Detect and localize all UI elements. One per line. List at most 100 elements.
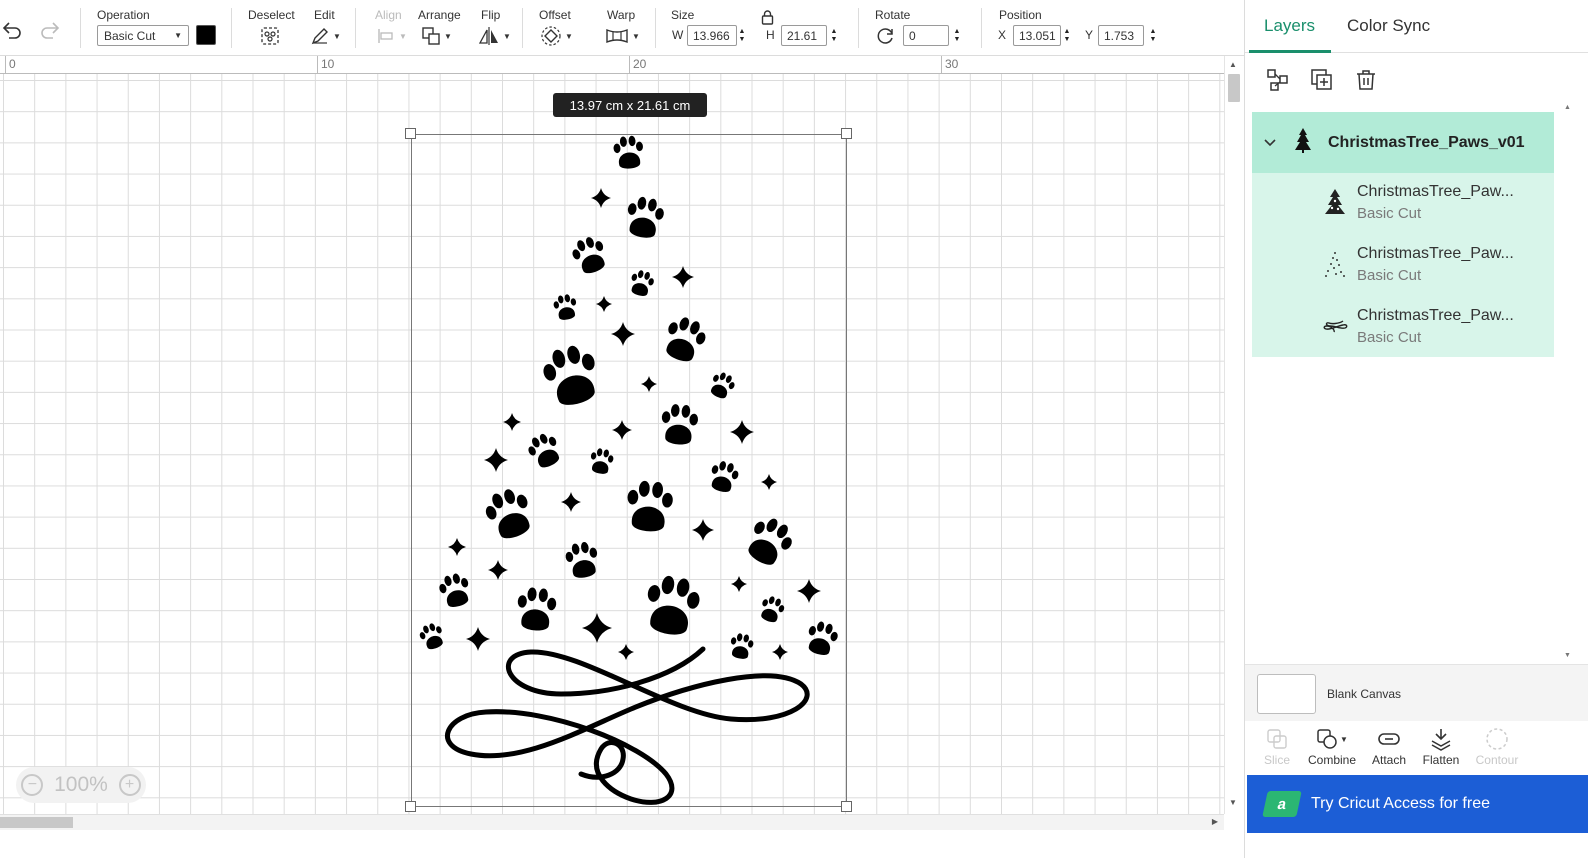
layer-operation: Basic Cut	[1357, 329, 1422, 346]
offset-icon	[541, 26, 561, 46]
blank-canvas-row[interactable]: Blank Canvas	[1245, 664, 1588, 721]
width-letter: W	[672, 28, 684, 42]
layer-tools: Slice ▼ Combine Attach Flatten Contour	[1245, 721, 1588, 775]
flip-button[interactable]: ▼	[478, 25, 511, 47]
scroll-thumb[interactable]	[1228, 74, 1240, 102]
horizontal-ruler: 0 10 20 30	[0, 56, 1224, 74]
layer-item[interactable]: ChristmasTree_Paw... Basic Cut	[1252, 235, 1554, 297]
layer-item[interactable]: ChristmasTree_Paw... Basic Cut	[1252, 173, 1554, 235]
x-letter: X	[998, 28, 1007, 42]
y-position-input[interactable]: 1.753	[1098, 25, 1144, 46]
y-position-stepper[interactable]: ▲ ▼	[1148, 26, 1158, 46]
toolbar-divider	[655, 8, 656, 48]
width-stepper[interactable]: ▲ ▼	[737, 26, 747, 46]
lock-icon[interactable]	[761, 10, 774, 30]
layer-group-row[interactable]: ChristmasTree_Paws_v01	[1252, 112, 1554, 173]
position-label: Position	[999, 8, 1042, 22]
chevron-down-icon: ▼	[399, 31, 407, 41]
attach-icon	[1371, 725, 1407, 753]
chevron-down-icon: ▼	[632, 31, 640, 41]
flatten-button[interactable]: Flatten	[1422, 725, 1460, 767]
toolbar-divider	[981, 8, 982, 48]
offset-button[interactable]: ▼	[540, 25, 573, 47]
edit-button[interactable]: ▼	[310, 25, 341, 47]
chevron-down-icon: ▼	[174, 31, 182, 40]
resize-handle[interactable]	[841, 128, 852, 139]
toolbar-divider	[858, 8, 859, 48]
redo-icon[interactable]	[38, 18, 62, 42]
height-letter: H	[766, 28, 775, 42]
layer-operation: Basic Cut	[1357, 205, 1422, 222]
height-stepper[interactable]: ▲ ▼	[829, 26, 839, 46]
arrange-button[interactable]: ▼	[421, 25, 452, 47]
rotate-stepper[interactable]: ▲ ▼	[952, 26, 962, 46]
offset-label: Offset	[539, 8, 571, 22]
undo-icon[interactable]	[0, 18, 24, 42]
selection-box[interactable]	[411, 134, 847, 807]
resize-handle[interactable]	[405, 801, 416, 812]
attach-button[interactable]: Attach	[1371, 725, 1407, 767]
x-position-stepper[interactable]: ▲ ▼	[1062, 26, 1072, 46]
tree-layer-icon	[1320, 187, 1350, 217]
cricut-access-banner[interactable]: a Try Cricut Access for free	[1247, 775, 1588, 833]
rotate-input[interactable]: 0	[903, 25, 949, 46]
operation-select[interactable]: Basic Cut ▼	[97, 25, 189, 46]
attach-label: Attach	[1371, 753, 1407, 767]
layer-name: ChristmasTree_Paw...	[1357, 245, 1514, 262]
deselect-button[interactable]	[259, 25, 281, 47]
width-input[interactable]: 13.966	[687, 25, 737, 46]
zoom-out-button[interactable]: −	[21, 774, 44, 796]
canvas-horizontal-scrollbar[interactable]: ▶	[0, 814, 1224, 830]
chevron-down-icon: ▼	[333, 31, 341, 41]
chevron-down-icon: ▼	[565, 31, 573, 41]
combine-button[interactable]: ▼ Combine	[1306, 725, 1358, 767]
scroll-down-icon[interactable]: ▼	[1229, 798, 1237, 807]
height-input[interactable]: 21.61	[781, 25, 827, 46]
tab-layers[interactable]: Layers	[1264, 16, 1315, 36]
y-letter: Y	[1085, 28, 1094, 42]
align-label: Align	[375, 8, 402, 22]
contour-button[interactable]: Contour	[1475, 725, 1519, 767]
cricut-access-label: Try Cricut Access for free	[1311, 795, 1490, 812]
operation-label: Operation	[97, 8, 150, 22]
scroll-up-icon[interactable]: ▲	[1564, 104, 1571, 111]
zoom-in-button[interactable]: +	[118, 774, 141, 796]
resize-handle[interactable]	[841, 801, 852, 812]
duplicate-icon[interactable]	[1310, 68, 1334, 92]
scroll-thumb[interactable]	[0, 817, 73, 828]
operation-color-swatch[interactable]	[196, 25, 216, 45]
slice-icon	[1263, 725, 1291, 753]
active-tab-indicator	[1249, 50, 1331, 53]
warp-label: Warp	[607, 8, 636, 22]
group-icon[interactable]	[1266, 68, 1290, 92]
warp-button[interactable]: ▼	[605, 25, 640, 47]
scroll-right-icon[interactable]: ▶	[1212, 817, 1218, 826]
layer-item[interactable]: ChristmasTree_Paw... Basic Cut	[1252, 297, 1554, 359]
flatten-label: Flatten	[1422, 753, 1460, 767]
warp-icon	[606, 28, 628, 44]
panel-scrollbar[interactable]: ▲ ▼	[1563, 104, 1575, 664]
chevron-down-icon[interactable]	[1264, 134, 1278, 152]
flip-icon	[478, 27, 498, 45]
layer-actions	[1245, 60, 1588, 100]
canvas-thumbnail[interactable]	[1257, 674, 1316, 714]
layer-name: ChristmasTree_Paw...	[1357, 307, 1514, 324]
layers-panel: Layers Color Sync ChristmasTree_Paws_v01…	[1244, 0, 1588, 858]
scroll-down-icon[interactable]: ▼	[1564, 652, 1571, 659]
slice-button[interactable]: Slice	[1263, 725, 1291, 767]
layer-group-name: ChristmasTree_Paws_v01	[1328, 133, 1525, 151]
arrange-label: Arrange	[418, 8, 461, 22]
layer-operation: Basic Cut	[1357, 267, 1422, 284]
align-button[interactable]: ▼	[376, 25, 407, 47]
layer-list: ChristmasTree_Paw... Basic Cut Christmas…	[1252, 173, 1554, 357]
trash-icon[interactable]	[1354, 68, 1378, 92]
deselect-icon	[261, 27, 279, 45]
scroll-up-icon[interactable]: ▲	[1229, 60, 1237, 69]
tab-color-sync[interactable]: Color Sync	[1347, 16, 1430, 36]
arrange-icon	[422, 27, 440, 45]
canvas-vertical-scrollbar[interactable]: ▲ ▼	[1224, 56, 1244, 814]
swirl-layer-icon	[1320, 311, 1350, 341]
resize-handle[interactable]	[405, 128, 416, 139]
x-position-input[interactable]: 13.051	[1013, 25, 1061, 46]
rotate-icon	[876, 26, 896, 51]
